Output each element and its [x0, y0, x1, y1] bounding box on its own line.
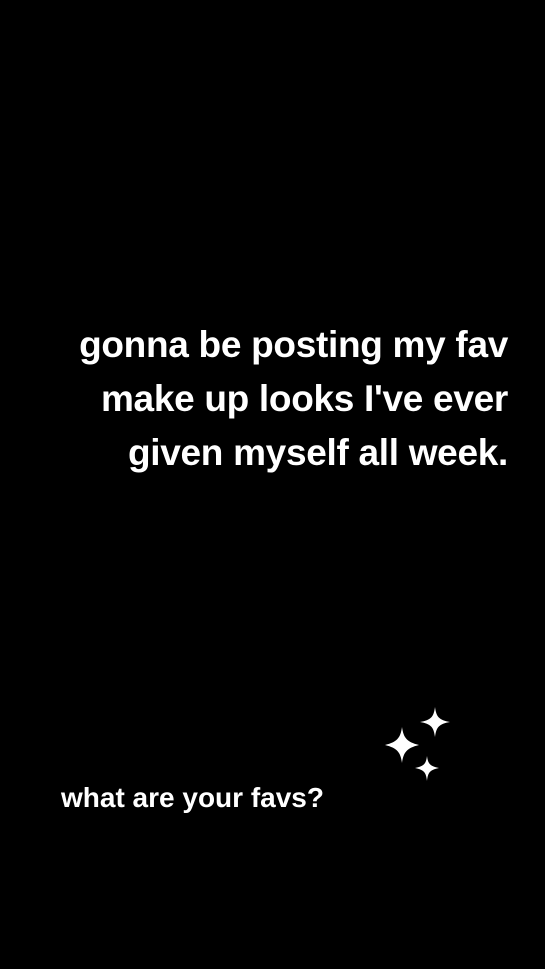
story-text-line: make up looks I've ever — [100, 378, 508, 419]
sparkles-icon — [385, 707, 450, 781]
story-main-text: gonna be posting my fav make up looks I'… — [20, 318, 508, 480]
story-text-line: given myself all week. — [127, 432, 508, 473]
story-text-line: gonna be posting my fav — [79, 324, 508, 365]
story-canvas[interactable]: gonna be posting my fav make up looks I'… — [0, 0, 545, 969]
question-text: what are your favs? — [61, 782, 324, 813]
sparkle-top-icon — [420, 707, 450, 737]
sparkle-small-icon — [415, 756, 439, 781]
sparkle-large-icon — [385, 727, 419, 763]
